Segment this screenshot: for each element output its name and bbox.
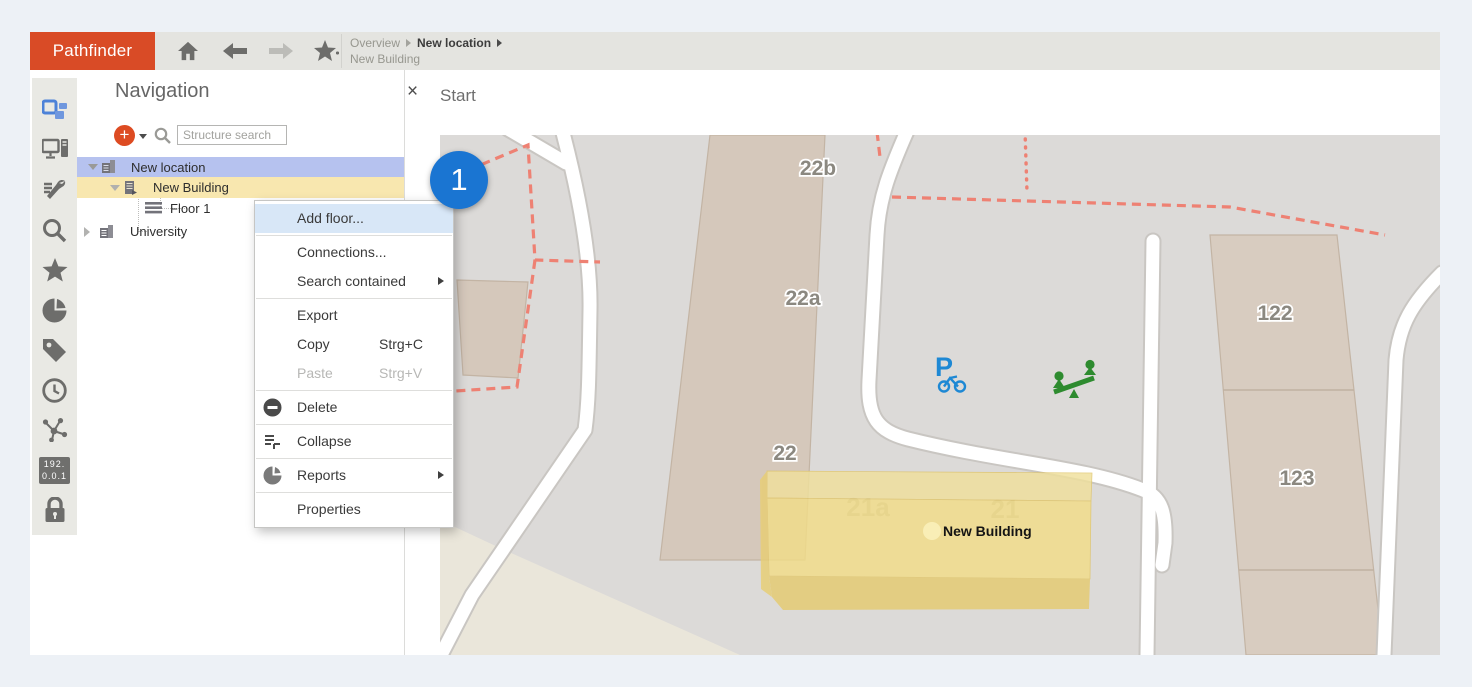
breadcrumb-new-location[interactable]: New location (417, 36, 491, 51)
menu-item-copy[interactable]: Copy Strg+C (255, 330, 453, 359)
menu-item-paste: Paste Strg+V (255, 359, 453, 388)
menu-item-reports[interactable]: Reports (255, 461, 453, 490)
step-annotation-badge: 1 (430, 151, 488, 209)
menu-separator (256, 390, 452, 391)
menu-item-properties[interactable]: Properties (255, 495, 453, 524)
add-node-button[interactable]: + (114, 125, 135, 146)
sidebar-item-tools[interactable] (32, 170, 77, 210)
map-canvas: 21a 21 New Building 22b 22a (440, 135, 1440, 655)
breadcrumb-arrow-icon (497, 39, 502, 47)
menu-separator (256, 458, 452, 459)
tree-item-label: University (130, 224, 187, 239)
sidebar-item-ip-address[interactable]: 192. 0.0.1 (32, 450, 77, 490)
close-panel-button[interactable]: × (407, 84, 418, 100)
menu-separator (256, 424, 452, 425)
pie-chart-icon (42, 298, 67, 323)
sidebar-item-reports[interactable] (32, 290, 77, 330)
menu-item-collapse[interactable]: Collapse (255, 427, 453, 456)
panel-title: Navigation (115, 80, 210, 103)
search-icon (42, 218, 67, 243)
top-toolbar: Pathfinder (30, 32, 1440, 70)
back-button[interactable] (222, 39, 248, 63)
star-icon (42, 258, 68, 282)
floor-icon (145, 202, 162, 215)
expander-down-icon[interactable] (110, 185, 120, 191)
breadcrumb: Overview New location New Building (350, 35, 502, 67)
search-icon (154, 127, 172, 145)
toolbar-divider (341, 34, 342, 68)
breadcrumb-arrow-icon (406, 39, 411, 47)
sidebar-item-devices[interactable] (32, 130, 77, 170)
network-icon (42, 418, 68, 442)
forward-button[interactable] (268, 39, 294, 63)
star-plus-icon (314, 40, 340, 62)
tree-item-new-building[interactable]: New Building (77, 177, 404, 198)
sidebar-item-favorites[interactable] (32, 250, 77, 290)
pie-chart-icon (263, 466, 282, 485)
sidebar-item-history[interactable] (32, 370, 77, 410)
menu-item-delete[interactable]: Delete (255, 393, 453, 422)
context-menu: Add floor... Connections... Search conta… (254, 200, 454, 528)
forward-arrow-icon (269, 43, 293, 59)
page: Pathfinder (0, 0, 1472, 687)
map-new-building-dot (923, 522, 941, 540)
map-label-122: 122 (1257, 302, 1292, 325)
sidebar-item-structure[interactable] (32, 90, 77, 130)
menu-separator (256, 492, 452, 493)
left-icon-rail: 192. 0.0.1 (32, 78, 77, 535)
sidebar-item-search[interactable] (32, 210, 77, 250)
menu-item-connections[interactable]: Connections... (255, 238, 453, 267)
back-arrow-icon (223, 43, 247, 59)
sidebar-item-tags[interactable] (32, 330, 77, 370)
map-label-22a: 22a (785, 287, 820, 310)
sidebar-item-security[interactable] (32, 490, 77, 530)
minus-circle-icon (263, 398, 282, 417)
menu-item-search-contained[interactable]: Search contained (255, 267, 453, 296)
ip-address-icon: 192. 0.0.1 (39, 457, 70, 484)
add-favorite-button[interactable] (314, 39, 340, 63)
menu-separator (256, 235, 452, 236)
breadcrumb-overview[interactable]: Overview (350, 36, 400, 51)
map-label-new-building: New Building (943, 523, 1032, 539)
sidebar-item-network[interactable] (32, 410, 77, 450)
submenu-arrow-icon (438, 277, 444, 285)
lock-icon (43, 497, 67, 523)
map-building (457, 280, 528, 378)
menu-shortcut: Strg+C (379, 330, 423, 359)
app-body: 192. 0.0.1 Navigation × + (30, 70, 1440, 655)
pathfinder-app-window: Pathfinder (30, 32, 1440, 655)
map-viewport[interactable]: 21a 21 New Building 22b 22a (440, 135, 1440, 655)
home-button[interactable] (175, 39, 201, 63)
tree-item-label: New location (131, 160, 205, 175)
map-label-22: 22 (773, 442, 796, 465)
home-icon (177, 41, 199, 61)
tag-icon (42, 338, 67, 362)
tree-item-label: New Building (153, 180, 229, 195)
tools-icon (42, 178, 68, 202)
building-icon (123, 180, 138, 195)
location-icon (101, 159, 116, 174)
map-label-22b: 22b (800, 157, 836, 180)
clock-icon (42, 378, 67, 403)
map-label-123: 123 (1279, 467, 1314, 490)
structure-icon (42, 98, 68, 122)
tree-item-label: Floor 1 (170, 201, 210, 216)
menu-shortcut: Strg+V (379, 359, 422, 388)
submenu-arrow-icon (438, 471, 444, 479)
tree-item-new-location[interactable]: New location (77, 157, 404, 177)
structure-search-input[interactable] (177, 125, 287, 145)
menu-separator (256, 298, 452, 299)
map-new-building-3d[interactable] (760, 471, 1092, 610)
breadcrumb-new-building[interactable]: New Building (350, 52, 420, 67)
chevron-down-icon[interactable] (139, 134, 147, 139)
location-icon (99, 224, 114, 239)
menu-item-add-floor[interactable]: Add floor... (255, 204, 453, 233)
expander-right-icon[interactable] (84, 227, 90, 237)
menu-item-export[interactable]: Export (255, 301, 453, 330)
workstation-icon (42, 138, 68, 162)
expander-down-icon[interactable] (88, 164, 98, 170)
app-logo: Pathfinder (30, 32, 155, 70)
collapse-icon (263, 432, 282, 451)
page-title: Start (440, 86, 476, 106)
